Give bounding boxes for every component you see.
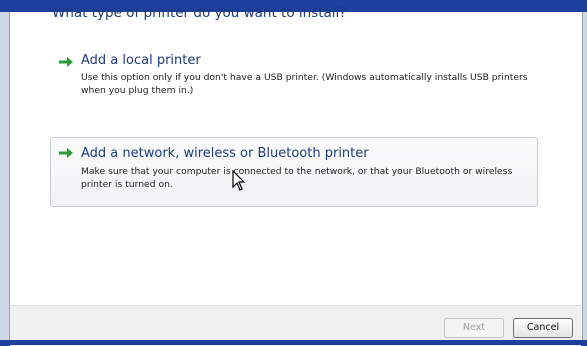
- green-arrow-icon: [59, 57, 73, 67]
- add-local-printer-option[interactable]: Add a local printer Use this option only…: [50, 46, 538, 104]
- cancel-button[interactable]: Cancel: [513, 318, 573, 338]
- green-arrow-icon: [59, 148, 73, 158]
- bottom-frame: [0, 340, 587, 345]
- option-title: Add a network, wireless or Bluetooth pri…: [81, 146, 369, 161]
- add-network-printer-option[interactable]: Add a network, wireless or Bluetooth pri…: [50, 137, 538, 207]
- option-description: Use this option only if you don't have a…: [81, 72, 528, 96]
- option-title: Add a local printer: [81, 53, 201, 68]
- window-frame-left: [0, 0, 9, 345]
- option-description: Make sure that your computer is connecte…: [81, 166, 513, 190]
- mouse-cursor-icon: [232, 170, 246, 191]
- next-button[interactable]: Next: [444, 318, 504, 338]
- wizard-question: What type of printer do you want to inst…: [52, 5, 347, 21]
